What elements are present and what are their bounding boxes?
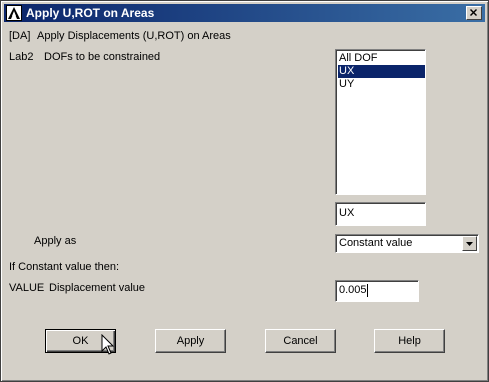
close-icon — [470, 9, 477, 16]
dof-option-ux[interactable]: UX — [338, 65, 425, 78]
dof-option-all[interactable]: All DOF — [338, 52, 425, 65]
dialog-description: Apply Displacements (U,ROT) on Areas — [37, 30, 231, 42]
apply-as-dropdown[interactable]: Constant value — [335, 234, 479, 253]
value-tag: VALUE — [9, 282, 45, 294]
displacement-value-label: Displacement value — [49, 282, 145, 294]
dof-option-uy[interactable]: UY — [338, 78, 425, 91]
apply-as-label: Apply as — [34, 235, 77, 247]
lab2-tag: Lab2 — [9, 51, 34, 63]
command-tag: [DA] — [9, 30, 31, 42]
text-caret — [366, 283, 368, 297]
displacement-value-input[interactable]: 0.005 — [335, 280, 419, 302]
ansys-logo-icon — [6, 5, 22, 21]
constant-note: If Constant value then: — [9, 261, 120, 273]
dialog-window: Apply U,ROT on Areas [DA] Apply Displace… — [0, 0, 489, 382]
dropdown-button[interactable] — [462, 236, 477, 251]
apply-button[interactable]: Apply — [155, 329, 226, 353]
apply-as-value: Constant value — [339, 237, 413, 249]
displacement-value-text: 0.005 — [339, 284, 367, 296]
dof-selection-field[interactable]: UX — [335, 202, 426, 226]
lab2-label: DOFs to be constrained — [44, 51, 161, 63]
chevron-down-icon — [466, 242, 473, 246]
dof-listbox[interactable]: All DOF UX UY — [335, 49, 426, 195]
cancel-button[interactable]: Cancel — [265, 329, 336, 353]
mouse-cursor-icon — [101, 334, 115, 355]
close-button[interactable] — [466, 6, 482, 20]
window-title: Apply U,ROT on Areas — [26, 6, 155, 20]
help-button[interactable]: Help — [374, 329, 445, 353]
title-bar[interactable]: Apply U,ROT on Areas — [4, 4, 485, 22]
